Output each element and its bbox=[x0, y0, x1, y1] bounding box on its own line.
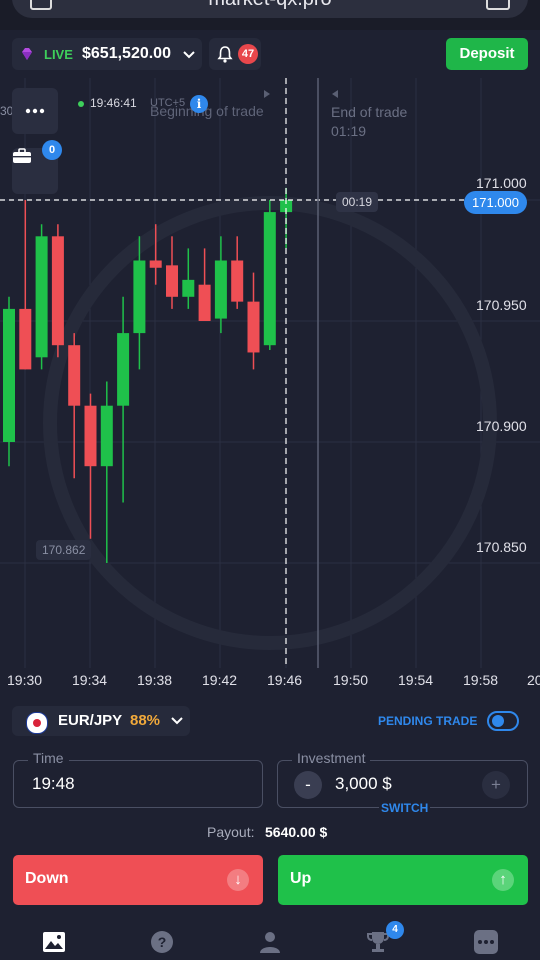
diamond-icon bbox=[22, 48, 32, 60]
candlestick-chart bbox=[0, 78, 540, 668]
increase-investment-button[interactable]: + bbox=[482, 771, 510, 799]
candle-up bbox=[133, 260, 146, 334]
x-tick-label: 19:46 bbox=[267, 672, 303, 688]
tournaments-badge: 4 bbox=[386, 921, 404, 939]
account-selector[interactable]: LIVE $651,520.00 bbox=[12, 38, 202, 70]
candle-down bbox=[247, 301, 260, 353]
x-tick-label: 20 bbox=[527, 672, 540, 688]
end-of-trade-label: End of trade 01:19 bbox=[331, 103, 407, 141]
end-marker bbox=[332, 90, 338, 98]
flag-icon bbox=[26, 712, 48, 734]
more-menu-icon[interactable] bbox=[474, 930, 498, 954]
trade-panel: EUR/JPY 88% PENDING TRADE Time 19:48 Inv… bbox=[0, 690, 540, 960]
briefcase-icon bbox=[13, 148, 31, 163]
tab-switcher-icon[interactable] bbox=[486, 0, 510, 10]
time-value[interactable]: 19:48 bbox=[32, 774, 75, 794]
pending-trade-toggle[interactable] bbox=[487, 711, 519, 731]
notifications-badge: 47 bbox=[238, 44, 258, 64]
low-price-tag: 170.862 bbox=[36, 540, 92, 560]
chevron-down-icon bbox=[171, 717, 183, 725]
more-dots-icon bbox=[25, 108, 45, 114]
url-text[interactable]: market-qx.pro bbox=[0, 0, 540, 11]
top-bar: LIVE $651,520.00 47 Deposit bbox=[0, 30, 540, 78]
candle-down bbox=[84, 405, 97, 467]
info-icon[interactable]: i bbox=[190, 95, 208, 113]
x-tick-label: 19:38 bbox=[137, 672, 173, 688]
x-tick-label: 19:34 bbox=[72, 672, 108, 688]
begin-marker bbox=[264, 90, 270, 98]
candle-up bbox=[3, 308, 15, 442]
candle-down bbox=[149, 260, 162, 268]
help-icon[interactable]: ? bbox=[150, 930, 174, 954]
x-tick-label: 19:58 bbox=[463, 672, 499, 688]
deposit-button[interactable]: Deposit bbox=[446, 38, 528, 70]
candle-down bbox=[51, 236, 64, 346]
bottom-nav: ? 4 bbox=[0, 918, 540, 960]
y-tick-label: 170.950 bbox=[476, 297, 527, 313]
end-of-trade-time: 01:19 bbox=[331, 123, 367, 139]
payout-value: 5640.00 $ bbox=[265, 824, 328, 840]
trades-badge: 0 bbox=[42, 140, 62, 160]
end-of-trade-text: End of trade bbox=[331, 104, 408, 120]
chevron-down-icon bbox=[183, 51, 195, 59]
pending-trade-label[interactable]: PENDING TRADE bbox=[378, 714, 477, 728]
switch-button[interactable]: SWITCH bbox=[379, 801, 431, 815]
account-mode: LIVE bbox=[44, 47, 73, 62]
candle-down bbox=[68, 345, 81, 406]
x-tick-label: 19:30 bbox=[7, 672, 43, 688]
online-dot bbox=[78, 100, 84, 107]
payout-label: Payout: bbox=[207, 824, 255, 840]
candle-down bbox=[19, 308, 32, 370]
candle-up bbox=[100, 405, 113, 467]
browser-url-bar: market-qx.pro bbox=[0, 0, 540, 30]
down-button-label: Down bbox=[25, 870, 69, 887]
current-price-tag: 171.000 bbox=[464, 191, 527, 214]
candle-up bbox=[117, 333, 130, 406]
decrease-investment-button[interactable]: - bbox=[294, 771, 322, 799]
svg-text:?: ? bbox=[158, 934, 167, 950]
clock-time: 19:46:41 bbox=[90, 96, 137, 110]
investment-value[interactable]: 3,000 $ bbox=[335, 774, 392, 794]
up-button[interactable]: Up ↑ bbox=[278, 855, 528, 905]
candle-up bbox=[182, 279, 195, 297]
menu-button[interactable] bbox=[12, 88, 58, 134]
profile-icon[interactable] bbox=[258, 930, 282, 954]
chart-image-icon[interactable] bbox=[42, 930, 66, 954]
asset-payout-percent: 88% bbox=[130, 712, 161, 729]
trades-button[interactable]: 0 bbox=[12, 140, 62, 194]
asset-name: EUR/JPY bbox=[58, 712, 123, 729]
asset-selector[interactable]: EUR/JPY 88% bbox=[12, 706, 190, 736]
candle-up bbox=[214, 260, 227, 319]
candle-down bbox=[231, 260, 244, 302]
candle-up bbox=[35, 236, 48, 358]
price-chart[interactable]: 171.000 170.950 170.900 170.850 19:30 19… bbox=[0, 78, 540, 690]
investment-label: Investment bbox=[292, 750, 371, 766]
arrow-up-icon: ↑ bbox=[492, 869, 514, 891]
down-button[interactable]: Down ↓ bbox=[13, 855, 263, 905]
y-tick-label: 170.850 bbox=[476, 539, 527, 555]
arrow-down-icon: ↓ bbox=[227, 869, 249, 891]
countdown-timer: 00:19 bbox=[336, 192, 379, 212]
y-tick-label: 170.900 bbox=[476, 418, 527, 434]
balance: $651,520.00 bbox=[82, 45, 171, 62]
time-field[interactable]: Time 19:48 bbox=[13, 750, 263, 808]
bell-icon bbox=[217, 46, 233, 63]
time-label: Time bbox=[28, 750, 69, 766]
candle-down bbox=[198, 284, 211, 321]
y-tick-label: 171.000 bbox=[476, 175, 527, 191]
x-tick-label: 19:42 bbox=[202, 672, 238, 688]
candle-down bbox=[166, 265, 178, 297]
x-tick-label: 19:54 bbox=[398, 672, 434, 688]
notifications-button[interactable]: 47 bbox=[209, 38, 261, 70]
server-clock: 19:46:41 bbox=[78, 96, 137, 110]
candle-up bbox=[263, 212, 276, 346]
x-tick-label: 19:50 bbox=[333, 672, 369, 688]
up-button-label: Up bbox=[290, 870, 312, 887]
